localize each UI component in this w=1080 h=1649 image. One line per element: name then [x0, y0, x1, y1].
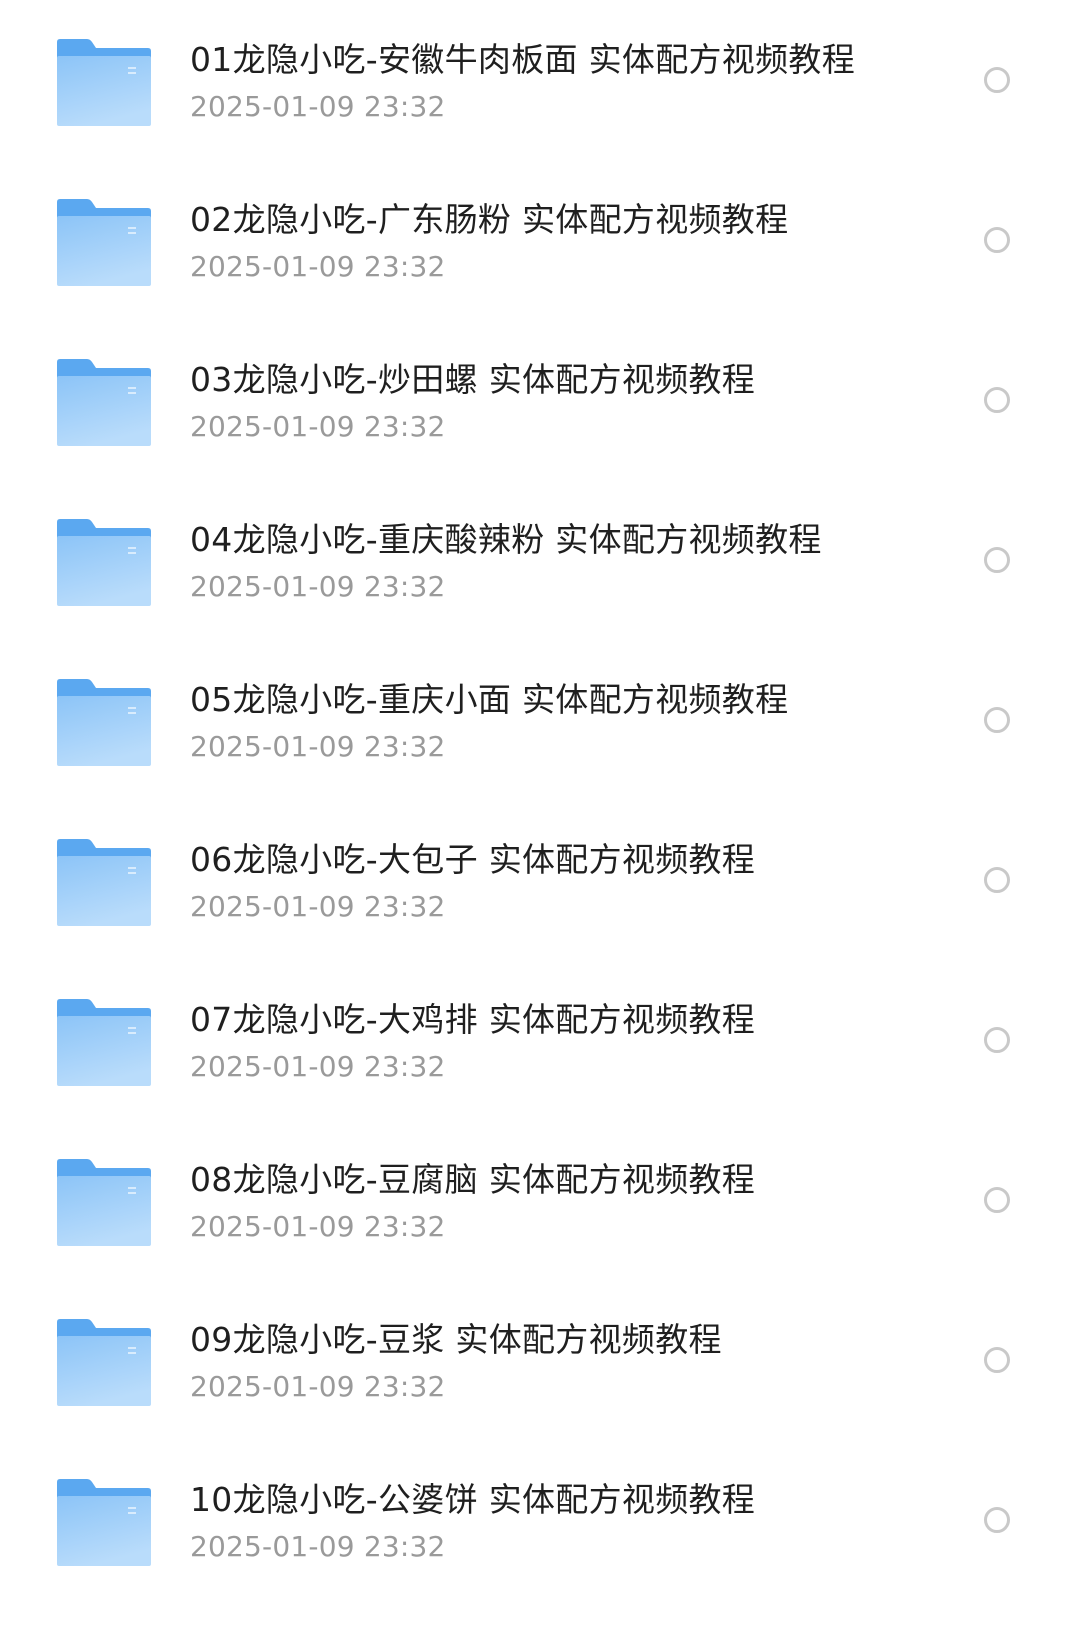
select-radio[interactable] [984, 867, 1010, 893]
file-date: 2025-01-09 23:32 [190, 90, 446, 123]
folder-icon [55, 198, 153, 288]
folder-icon [55, 838, 153, 928]
folder-icon [55, 998, 153, 1088]
select-radio[interactable] [984, 547, 1010, 573]
folder-icon [55, 358, 153, 448]
list-item[interactable]: 03龙隐小吃-炒田螺 实体配方视频教程 2025-01-09 23:32 [0, 320, 1080, 488]
file-date: 2025-01-09 23:32 [190, 890, 446, 923]
file-name: 09龙隐小吃-豆浆 实体配方视频教程 [190, 1320, 722, 1359]
folder-icon [55, 38, 153, 128]
list-item[interactable]: 09龙隐小吃-豆浆 实体配方视频教程 2025-01-09 23:32 [0, 1280, 1080, 1448]
select-radio[interactable] [984, 67, 1010, 93]
file-date: 2025-01-09 23:32 [190, 1370, 446, 1403]
file-name: 07龙隐小吃-大鸡排 实体配方视频教程 [190, 1000, 756, 1039]
list-item[interactable]: 01龙隐小吃-安徽牛肉板面 实体配方视频教程 2025-01-09 23:32 [0, 0, 1080, 168]
folder-icon [55, 1158, 153, 1248]
file-date: 2025-01-09 23:32 [190, 410, 446, 443]
folder-icon [55, 518, 153, 608]
list-item[interactable]: 06龙隐小吃-大包子 实体配方视频教程 2025-01-09 23:32 [0, 800, 1080, 968]
file-date: 2025-01-09 23:32 [190, 1210, 446, 1243]
list-item[interactable]: 10龙隐小吃-公婆饼 实体配方视频教程 2025-01-09 23:32 [0, 1440, 1080, 1608]
file-name: 03龙隐小吃-炒田螺 实体配方视频教程 [190, 360, 756, 399]
file-name: 05龙隐小吃-重庆小面 实体配方视频教程 [190, 680, 789, 719]
folder-icon [55, 1318, 153, 1408]
file-date: 2025-01-09 23:32 [190, 1050, 446, 1083]
list-item[interactable]: 04龙隐小吃-重庆酸辣粉 实体配方视频教程 2025-01-09 23:32 [0, 480, 1080, 648]
file-name: 06龙隐小吃-大包子 实体配方视频教程 [190, 840, 756, 879]
list-item[interactable]: 07龙隐小吃-大鸡排 实体配方视频教程 2025-01-09 23:32 [0, 960, 1080, 1128]
select-radio[interactable] [984, 707, 1010, 733]
select-radio[interactable] [984, 1507, 1010, 1533]
folder-icon [55, 678, 153, 768]
file-date: 2025-01-09 23:32 [190, 730, 446, 763]
file-list: 01龙隐小吃-安徽牛肉板面 实体配方视频教程 2025-01-09 23:32 … [0, 0, 1080, 1649]
file-date: 2025-01-09 23:32 [190, 1530, 446, 1563]
list-item[interactable]: 05龙隐小吃-重庆小面 实体配方视频教程 2025-01-09 23:32 [0, 640, 1080, 808]
file-name: 02龙隐小吃-广东肠粉 实体配方视频教程 [190, 200, 789, 239]
select-radio[interactable] [984, 1187, 1010, 1213]
list-item[interactable]: 02龙隐小吃-广东肠粉 实体配方视频教程 2025-01-09 23:32 [0, 160, 1080, 328]
file-date: 2025-01-09 23:32 [190, 570, 446, 603]
file-name: 04龙隐小吃-重庆酸辣粉 实体配方视频教程 [190, 520, 822, 559]
file-name: 10龙隐小吃-公婆饼 实体配方视频教程 [190, 1480, 756, 1519]
file-date: 2025-01-09 23:32 [190, 250, 446, 283]
file-name: 01龙隐小吃-安徽牛肉板面 实体配方视频教程 [190, 40, 855, 79]
folder-icon [55, 1478, 153, 1568]
select-radio[interactable] [984, 387, 1010, 413]
list-item[interactable]: 08龙隐小吃-豆腐脑 实体配方视频教程 2025-01-09 23:32 [0, 1120, 1080, 1288]
select-radio[interactable] [984, 1347, 1010, 1373]
select-radio[interactable] [984, 1027, 1010, 1053]
file-name: 08龙隐小吃-豆腐脑 实体配方视频教程 [190, 1160, 756, 1199]
select-radio[interactable] [984, 227, 1010, 253]
